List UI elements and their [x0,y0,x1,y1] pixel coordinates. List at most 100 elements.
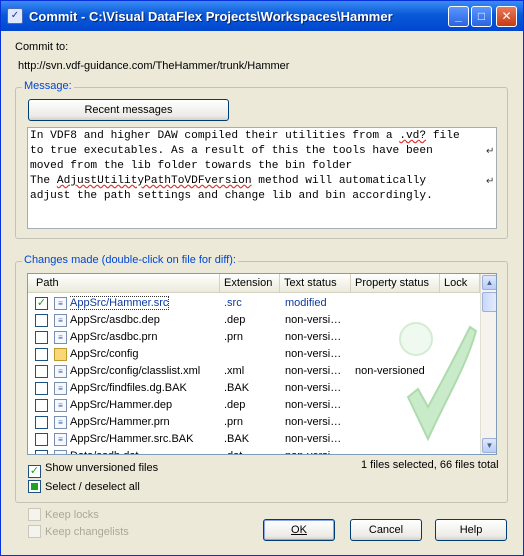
file-icon: ≡ [54,399,67,412]
file-icon: ≡ [54,314,67,327]
row-extension: .BAK [224,433,250,445]
file-icon: ≡ [54,297,67,310]
tortoisesvn-icon: ✓ [7,8,23,24]
row-extension: .prn [224,331,243,343]
row-checkbox[interactable] [35,416,48,429]
row-extension: .BAK [224,382,250,394]
changes-group-label: Changes made (double-click on file for d… [22,254,238,266]
close-icon: ✕ [501,9,512,23]
column-header-lock[interactable]: Lock [440,274,480,293]
changes-list[interactable]: Path Extension Text status Property stat… [27,273,497,455]
maximize-icon: □ [477,9,486,23]
list-scrollbar[interactable]: ▲ ▼ [480,274,496,454]
row-checkbox[interactable] [35,433,48,446]
scroll-up-icon[interactable]: ▲ [482,275,496,290]
checkbox-indeterminate-icon [28,480,41,493]
help-label: Help [459,524,483,536]
help-button[interactable]: Help [435,519,507,541]
ok-button[interactable]: OK [263,519,335,541]
commit-dialog: ✓ Commit - C:\Visual DataFlex Projects\W… [0,0,524,556]
keep-changelists-checkbox[interactable]: Keep changelists [28,525,129,538]
row-extension: .dat [224,448,278,454]
message-line-2: to true executables. As a result of this… [30,145,495,157]
column-header-path[interactable]: Path [28,274,220,293]
checkbox-icon [28,525,41,538]
file-icon: ≡ [54,382,67,395]
row-path: AppSrc/Hammer.src [70,296,170,310]
select-all-label: Select / deselect all [45,481,140,493]
commit-url: http://svn.vdf-guidance.com/TheHammer/tr… [18,60,290,72]
row-checkbox[interactable] [35,399,48,412]
cancel-label: Cancel [368,524,404,536]
commit-to-label: Commit to: [15,41,69,53]
select-all-checkbox[interactable]: Select / deselect all [28,480,140,493]
row-extension: .dep [224,314,246,326]
line-wrap-icon: ↵ [486,176,495,187]
show-unversioned-checkbox[interactable]: ✓ Show unversioned files [28,462,158,478]
file-icon: ≡ [54,416,67,429]
file-icon: ≡ [54,450,67,454]
row-extension: .dep [224,399,246,411]
row-text-status: non-versi… [285,433,342,445]
column-header-text-status[interactable]: Text status [280,274,351,293]
line-wrap-icon: ↵ [486,146,495,157]
cancel-button[interactable]: Cancel [350,519,422,541]
row-text-status: non-versi… [285,348,342,360]
row-path: AppSrc/Hammer.src.BAK [70,433,194,445]
row-path: AppSrc/Hammer.prn [70,416,170,428]
file-icon: ≡ [54,433,67,446]
row-path: AppSrc/config/classlist.xml [70,365,201,377]
row-checkbox[interactable] [35,314,48,327]
row-path: AppSrc/asdbc.prn [70,331,158,343]
message-textarea[interactable]: In VDF8 and higher DAW compiled their ut… [27,127,497,229]
row-text-status: non-versi… [285,399,342,411]
row-checkbox[interactable]: ✓ [35,297,48,310]
row-path: AppSrc/config [70,348,139,360]
file-icon: ≡ [54,331,67,344]
message-line-3: moved from the lib folder towards the bi… [30,160,353,172]
checkbox-icon [28,508,41,521]
row-checkbox[interactable] [35,450,48,454]
column-header-extension[interactable]: Extension [220,274,280,293]
scroll-thumb[interactable] [482,292,496,312]
folder-icon [54,348,67,361]
checkbox-checked-icon: ✓ [28,465,41,478]
row-path: AppSrc/asdbc.dep [70,314,160,326]
minimize-button[interactable]: _ [448,6,469,27]
message-line-1: In VDF8 and higher DAW compiled their ut… [30,130,460,142]
row-extension: .xml [224,365,245,377]
ok-label: OK [291,524,307,536]
row-checkbox[interactable] [35,382,48,395]
row-text-status: non-versi… [285,365,342,377]
row-text-status: non-versi… [285,382,342,394]
row-text-status: modified [285,297,327,309]
row-text-status: non-versi… [285,416,342,428]
message-line-5: adjust the path settings and change lib … [30,190,433,202]
keep-locks-label: Keep locks [45,509,99,521]
row-checkbox[interactable] [35,348,48,361]
row-checkbox[interactable] [35,331,48,344]
row-text-status: non-versi… [285,314,342,326]
selection-summary: 1 files selected, 66 files total [361,459,499,471]
scroll-down-icon[interactable]: ▼ [482,438,496,453]
row-extension: .prn [224,416,243,428]
recent-messages-button[interactable]: Recent messages [28,99,229,121]
row-path: AppSrc/findfiles.dg.BAK [70,382,187,394]
list-item[interactable]: ✓ ≡ AppSrc/Hammer.src .src modified [28,295,480,312]
recent-messages-label: Recent messages [84,104,173,116]
column-header-property-status[interactable]: Property status [351,274,440,293]
row-path: AppSrc/Hammer.dep [70,399,173,411]
row-extension: .src [224,297,242,309]
row-checkbox[interactable] [35,365,48,378]
title-bar[interactable]: ✓ Commit - C:\Visual DataFlex Projects\W… [1,1,523,31]
keep-changelists-label: Keep changelists [45,526,129,538]
list-header: Path Extension Text status Property stat… [28,274,480,293]
message-line-4: The AdjustUtilityPathToVDFversion method… [30,175,495,187]
keep-locks-checkbox[interactable]: Keep locks [28,508,99,521]
show-unversioned-label: Show unversioned files [45,462,159,474]
file-icon: ≡ [54,365,67,378]
list-item[interactable]: ≡Data/asdb.dat .dat non-versi… [28,448,480,454]
tortoise-checkmark-watermark [399,322,478,442]
close-button[interactable]: ✕ [496,6,517,27]
maximize-button[interactable]: □ [471,6,492,27]
